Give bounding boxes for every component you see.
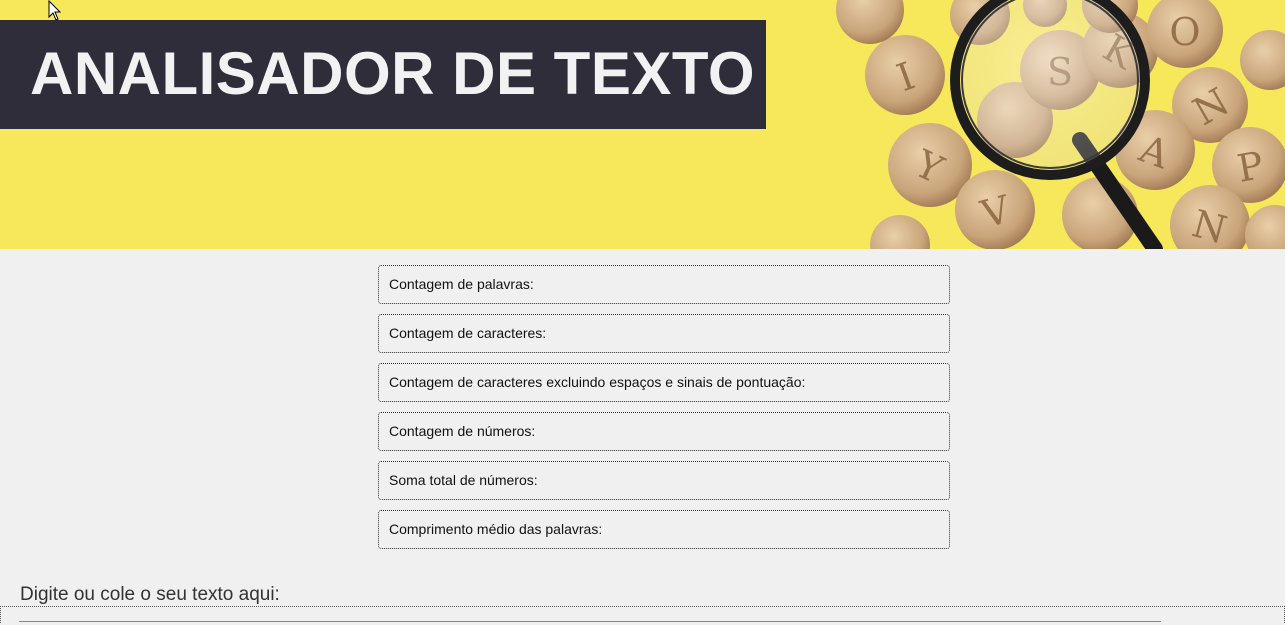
- stat-character-count-no-spaces-punctuation: Contagem de caracteres excluindo espaços…: [378, 363, 950, 402]
- magnifying-glass-letter-tiles-image: I Y V S K O N A P N: [810, 0, 1285, 249]
- stat-label: Contagem de números:: [389, 423, 536, 439]
- text-input-area[interactable]: [0, 606, 1285, 623]
- stat-word-count: Contagem de palavras:: [378, 265, 950, 304]
- stat-label: Contagem de palavras:: [389, 276, 534, 292]
- page-header: ANALISADOR DE TEXTO I Y V O N A P N: [0, 0, 1285, 249]
- stat-number-sum: Soma total de números:: [378, 461, 950, 500]
- text-input-field[interactable]: [19, 621, 1161, 625]
- page-title: ANALISADOR DE TEXTO: [30, 40, 756, 107]
- mouse-cursor-icon: [48, 0, 62, 21]
- stat-label: Comprimento médio das palavras:: [389, 521, 603, 537]
- text-input-label: Digite ou cole o seu texto aqui:: [20, 584, 280, 605]
- stat-number-count: Contagem de números:: [378, 412, 950, 451]
- stat-label: Contagem de caracteres:: [389, 325, 547, 341]
- title-banner: ANALISADOR DE TEXTO: [0, 20, 766, 129]
- stat-label: Contagem de caracteres excluindo espaços…: [389, 374, 806, 390]
- stat-average-word-length: Comprimento médio das palavras:: [378, 510, 950, 549]
- statistics-panel: Contagem de palavras: Contagem de caract…: [378, 265, 950, 559]
- stat-character-count: Contagem de caracteres:: [378, 314, 950, 353]
- svg-text:O: O: [1169, 10, 1200, 54]
- stat-label: Soma total de números:: [389, 472, 538, 488]
